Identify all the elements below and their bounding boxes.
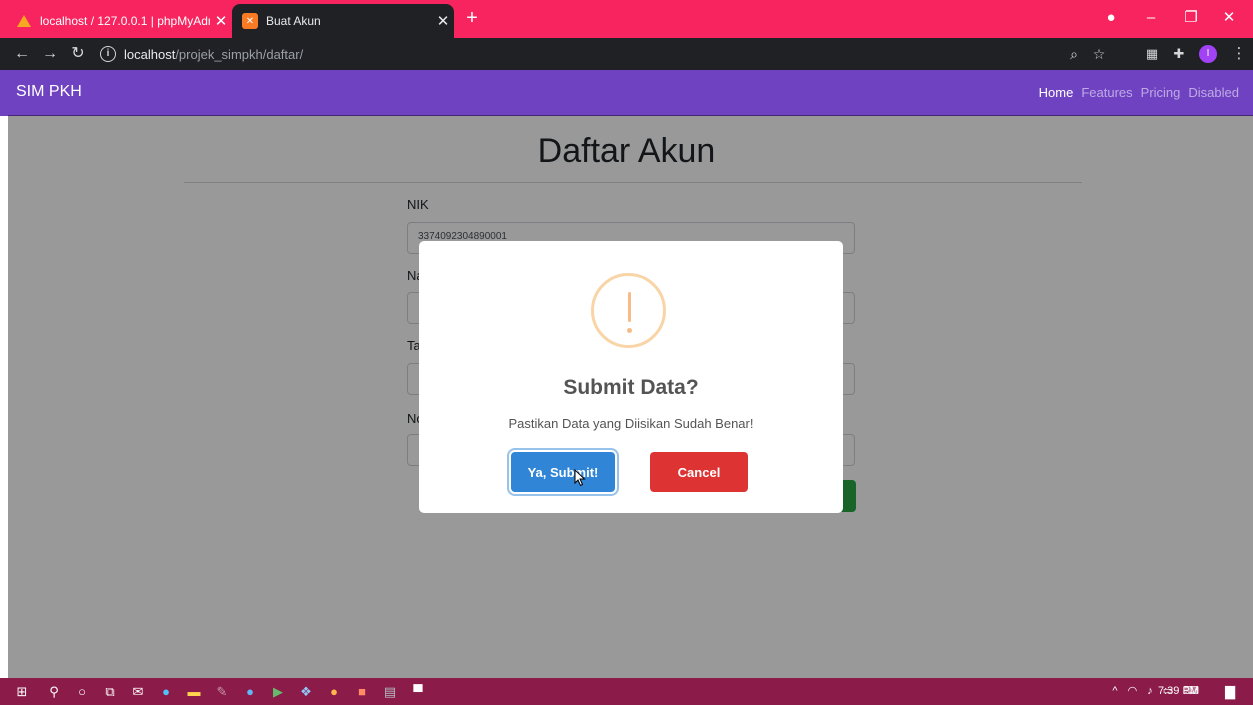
puzzle-icon[interactable]: ✚	[1167, 42, 1191, 66]
nav-links: Home Features Pricing Disabled	[1039, 85, 1239, 100]
dialog-message: Pastikan Data yang Diisikan Sudah Benar!	[508, 416, 754, 431]
search-icon[interactable]: ⚲	[44, 682, 64, 702]
zoom-icon[interactable]: ⌕	[1062, 42, 1086, 66]
new-tab-button[interactable]: +	[458, 4, 486, 32]
navbar-brand[interactable]: SIM PKH	[16, 83, 82, 101]
nav-link-features[interactable]: Features	[1081, 85, 1132, 100]
exclamation-bar	[628, 292, 631, 322]
app-icon[interactable]: ▀	[408, 682, 428, 702]
url-host: localhost	[124, 46, 176, 62]
windows-start-icon[interactable]: ⊞	[12, 682, 32, 702]
site-info-icon[interactable]: i	[100, 46, 116, 62]
nav-link-disabled: Disabled	[1188, 85, 1239, 100]
notepadpp-icon[interactable]: ▶	[268, 682, 288, 702]
xampp-icon: ✕	[242, 13, 258, 29]
cortana-icon[interactable]: ○	[72, 682, 92, 702]
xampp-taskbar-icon[interactable]: ■	[352, 682, 372, 702]
tab-title: Buat Akun	[266, 14, 321, 28]
wifi-icon[interactable]: ◠	[1128, 684, 1138, 697]
bookmark-star-icon[interactable]: ☆	[1087, 42, 1111, 66]
browser-tab-bar: localhost / 127.0.0.1 | phpMyAdm ✕ ✕ Bua…	[0, 0, 1253, 38]
forward-icon[interactable]: →	[38, 42, 62, 66]
notification-icon[interactable]: ▇	[1220, 682, 1240, 702]
mouse-cursor-icon	[574, 469, 586, 487]
mail-icon[interactable]: ✉	[128, 682, 148, 702]
reload-icon[interactable]: ↻	[66, 42, 90, 66]
dialog-title: Submit Data?	[563, 376, 699, 399]
phpmyadmin-icon	[16, 14, 32, 28]
tab-title: localhost / 127.0.0.1 | phpMyAdm	[40, 14, 210, 28]
maximize-icon[interactable]: ❐	[1175, 6, 1207, 30]
volume-icon[interactable]: ♪	[1147, 685, 1153, 697]
cancel-button[interactable]: Cancel	[650, 452, 748, 492]
chrome-icon[interactable]: ●	[324, 682, 344, 702]
nav-link-pricing[interactable]: Pricing	[1141, 85, 1181, 100]
browser-toolbar: ← → ↻ i localhost /projek_simpkh/daftar/…	[0, 38, 1253, 70]
exclamation-dot	[627, 328, 632, 333]
minimize-icon[interactable]: –	[1135, 6, 1167, 30]
extension-icon[interactable]: ▦	[1140, 42, 1164, 66]
profile-menu-icon[interactable]: ●	[1095, 6, 1127, 30]
menu-kebab-icon[interactable]: ⋮	[1227, 42, 1251, 66]
window-close-icon[interactable]: ✕	[1213, 6, 1245, 30]
task-view-icon[interactable]: ⧉	[100, 682, 120, 702]
chevron-up-icon[interactable]: ^	[1112, 685, 1117, 697]
url-path: /projek_simpkh/daftar/	[175, 46, 304, 62]
app-icon[interactable]: ▤	[380, 682, 400, 702]
app-icon[interactable]: ✎	[212, 682, 232, 702]
screen: localhost / 127.0.0.1 | phpMyAdm ✕ ✕ Bua…	[0, 0, 1253, 705]
app-icon[interactable]: ❖	[296, 682, 316, 702]
zoom-app-icon[interactable]: ●	[240, 682, 260, 702]
address-bar[interactable]: i localhost /projek_simpkh/daftar/	[100, 42, 1140, 66]
back-icon[interactable]: ←	[10, 42, 34, 66]
tab-phpmyadmin[interactable]: localhost / 127.0.0.1 | phpMyAdm ✕	[8, 4, 232, 38]
file-explorer-icon[interactable]: ▬	[184, 682, 204, 702]
exclamation-icon	[591, 273, 666, 348]
edge-icon[interactable]: ●	[156, 682, 176, 702]
close-icon[interactable]: ✕	[210, 12, 232, 30]
navbar: SIM PKH Home Features Pricing Disabled	[0, 70, 1253, 116]
confirm-submit-button[interactable]: Ya, Submit!	[511, 452, 615, 492]
profile-avatar[interactable]: I	[1199, 45, 1217, 63]
nav-link-home[interactable]: Home	[1039, 85, 1074, 100]
tab-buat-akun[interactable]: ✕ Buat Akun ✕	[232, 4, 454, 38]
close-icon[interactable]: ✕	[432, 12, 454, 30]
windows-taskbar: ⊞ ⚲ ○ ⧉ ✉ ● ▬ ✎ ● ▶ ❖ ● ■ ▤ ▀ ^ ◠ ♪ ▭ ⌨ …	[0, 678, 1253, 705]
confirm-dialog: Submit Data? Pastikan Data yang Diisikan…	[419, 241, 843, 513]
clock[interactable]: 7:39 PM	[1158, 685, 1199, 697]
